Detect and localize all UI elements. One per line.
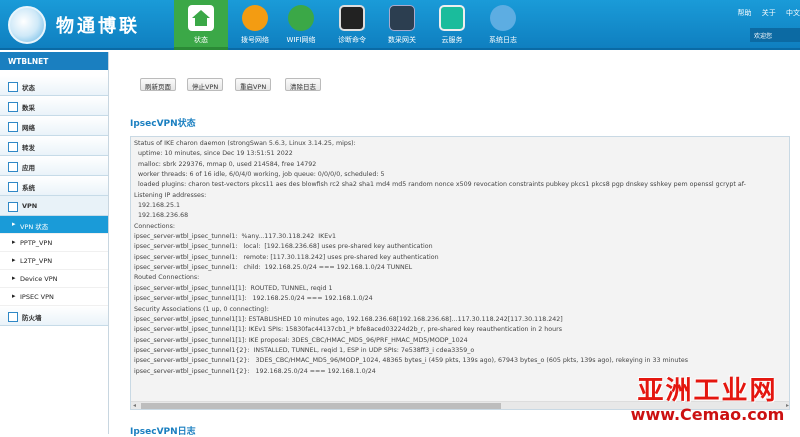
stethoscope-icon bbox=[490, 5, 516, 31]
sidebar-item-forward[interactable]: 转发 bbox=[0, 136, 108, 156]
clear-log-button[interactable]: 清除日志 bbox=[285, 78, 321, 91]
status-line: worker threads: 6 of 16 idle, 6/0/4/0 wo… bbox=[134, 171, 385, 179]
nav-cloud-label: 云服务 bbox=[441, 36, 463, 44]
status-line: uptime: 10 minutes, since Dec 19 13:51:5… bbox=[134, 150, 293, 158]
status-section-title: IpsecVPN状态 bbox=[130, 119, 196, 129]
status-line: ipsec_server-wtbl_ipsec_tunnel1{2}: 3DES… bbox=[134, 357, 689, 365]
top-links: 帮助 关于 中文 bbox=[730, 8, 800, 18]
language-link[interactable]: 中文 bbox=[786, 9, 800, 17]
sidebar-item-status[interactable]: 状态 bbox=[0, 76, 108, 96]
sidebar-sub-device-vpn[interactable]: Device VPN bbox=[0, 270, 108, 288]
status-line: Security Associations (1 up, 0 connectin… bbox=[134, 305, 269, 313]
sidebar-sub-ipsec[interactable]: IPSEC VPN bbox=[0, 288, 108, 306]
refresh-button[interactable]: 刷新页面 bbox=[140, 78, 176, 91]
status-line: Connections: bbox=[134, 222, 176, 230]
sidebar-sub-vpn-status[interactable]: VPN 状态 bbox=[0, 216, 108, 234]
sidebar-item-system[interactable]: 系统 bbox=[0, 176, 108, 196]
help-link[interactable]: 帮助 bbox=[738, 9, 752, 17]
sidebar: WTBLNET 状态 数采 网络 转发 应用 系统 VPN VPN 状态 PPT… bbox=[0, 52, 109, 434]
status-line: malloc: sbrk 229376, mmap 0, used 214584… bbox=[134, 160, 317, 168]
sidebar-item-data[interactable]: 数采 bbox=[0, 96, 108, 116]
status-line: ipsec_server-wtbl_ipsec_tunnel1[1]: ROUT… bbox=[134, 284, 333, 292]
broadcast-icon bbox=[242, 5, 268, 31]
scrollbar-thumb[interactable] bbox=[141, 403, 501, 409]
status-output: Status of IKE charon daemon (strongSwan … bbox=[130, 136, 790, 410]
status-line: ipsec_server-wtbl_ipsec_tunnel1{2}: INST… bbox=[134, 346, 475, 354]
nav-syslog[interactable]: 系统日志 bbox=[476, 0, 530, 50]
nav-wifi-label: WIFI网络 bbox=[286, 36, 316, 44]
sidebar-item-firewall[interactable]: 防火墙 bbox=[0, 306, 108, 326]
status-line: ipsec_server-wtbl_ipsec_tunnel1: local: … bbox=[134, 243, 433, 251]
nav-gateway[interactable]: 数采网关 bbox=[375, 0, 429, 50]
watermark-url: www.Cemao.com bbox=[630, 405, 785, 424]
home-icon bbox=[188, 5, 214, 31]
watermark-logo: 亚洲工业网 www.Cemao.com bbox=[615, 370, 800, 434]
status-line: ipsec_server-wtbl_ipsec_tunnel1[1]: ESTA… bbox=[134, 315, 563, 323]
nav-gateway-label: 数采网关 bbox=[388, 36, 416, 44]
nav-wifi[interactable]: WIFI网络 bbox=[274, 0, 328, 50]
nav-syslog-label: 系统日志 bbox=[489, 36, 517, 44]
status-line: Status of IKE charon daemon (strongSwan … bbox=[134, 140, 356, 147]
nav-cloud[interactable]: 云服务 bbox=[425, 0, 479, 50]
nav-status-label: 状态 bbox=[194, 36, 208, 44]
status-line: ipsec_server-wtbl_ipsec_tunnel1[1]: 192.… bbox=[134, 295, 373, 303]
log-section-title: IpsecVPN日志 bbox=[130, 427, 196, 437]
cloud-icon bbox=[439, 5, 465, 31]
status-lines: Status of IKE charon daemon (strongSwan … bbox=[131, 137, 789, 377]
status-line: Listening IP addresses: bbox=[134, 191, 207, 199]
status-line: loaded plugins: charon test-vectors pkcs… bbox=[134, 181, 746, 189]
status-line: 192.168.236.68 bbox=[134, 212, 189, 220]
sidebar-item-network[interactable]: 网络 bbox=[0, 116, 108, 136]
nav-status[interactable]: 状态 bbox=[174, 0, 228, 50]
restart-vpn-button[interactable]: 重启VPN bbox=[235, 78, 272, 91]
status-line: ipsec_server-wtbl_ipsec_tunnel1[1]: IKEv… bbox=[134, 326, 563, 334]
watermark-cn: 亚洲工业网 bbox=[637, 376, 778, 406]
sidebar-sub-pptp[interactable]: PPTP_VPN bbox=[0, 234, 108, 252]
sidebar-sub-l2tp[interactable]: L2TP_VPN bbox=[0, 252, 108, 270]
sidebar-item-vpn[interactable]: VPN bbox=[0, 196, 108, 216]
status-line: ipsec_server-wtbl_ipsec_tunnel1: remote:… bbox=[134, 253, 439, 261]
status-line: ipsec_server-wtbl_ipsec_tunnel1[1]: IKE … bbox=[134, 336, 468, 344]
app-header: 物通博联 状态 拨号网络 WIFI网络 诊断命令 数采网关 云服务 系统日志 帮… bbox=[0, 0, 800, 50]
nav-diagnostics[interactable]: 诊断命令 bbox=[325, 0, 379, 50]
status-line: ipsec_server-wtbl_ipsec_tunnel1: child: … bbox=[134, 264, 413, 272]
wifi-icon bbox=[288, 5, 314, 31]
gateway-icon bbox=[389, 5, 415, 31]
status-line: ipsec_server-wtbl_ipsec_tunnel1: %any...… bbox=[134, 233, 336, 241]
stop-vpn-button[interactable]: 停止VPN bbox=[187, 78, 224, 91]
welcome-user: 欢迎您 bbox=[750, 28, 800, 42]
status-line: Routed Connections: bbox=[134, 274, 200, 282]
sidebar-item-apps[interactable]: 应用 bbox=[0, 156, 108, 176]
brand-logo-icon bbox=[8, 6, 46, 44]
scroll-left-icon[interactable]: ◂ bbox=[133, 402, 136, 409]
nav-diagnostics-label: 诊断命令 bbox=[338, 36, 366, 44]
terminal-icon bbox=[339, 5, 365, 31]
sidebar-title: WTBLNET bbox=[0, 52, 108, 70]
status-line: 192.168.25.1 bbox=[134, 202, 181, 210]
about-link[interactable]: 关于 bbox=[762, 9, 776, 17]
brand-name: 物通博联 bbox=[56, 16, 140, 37]
